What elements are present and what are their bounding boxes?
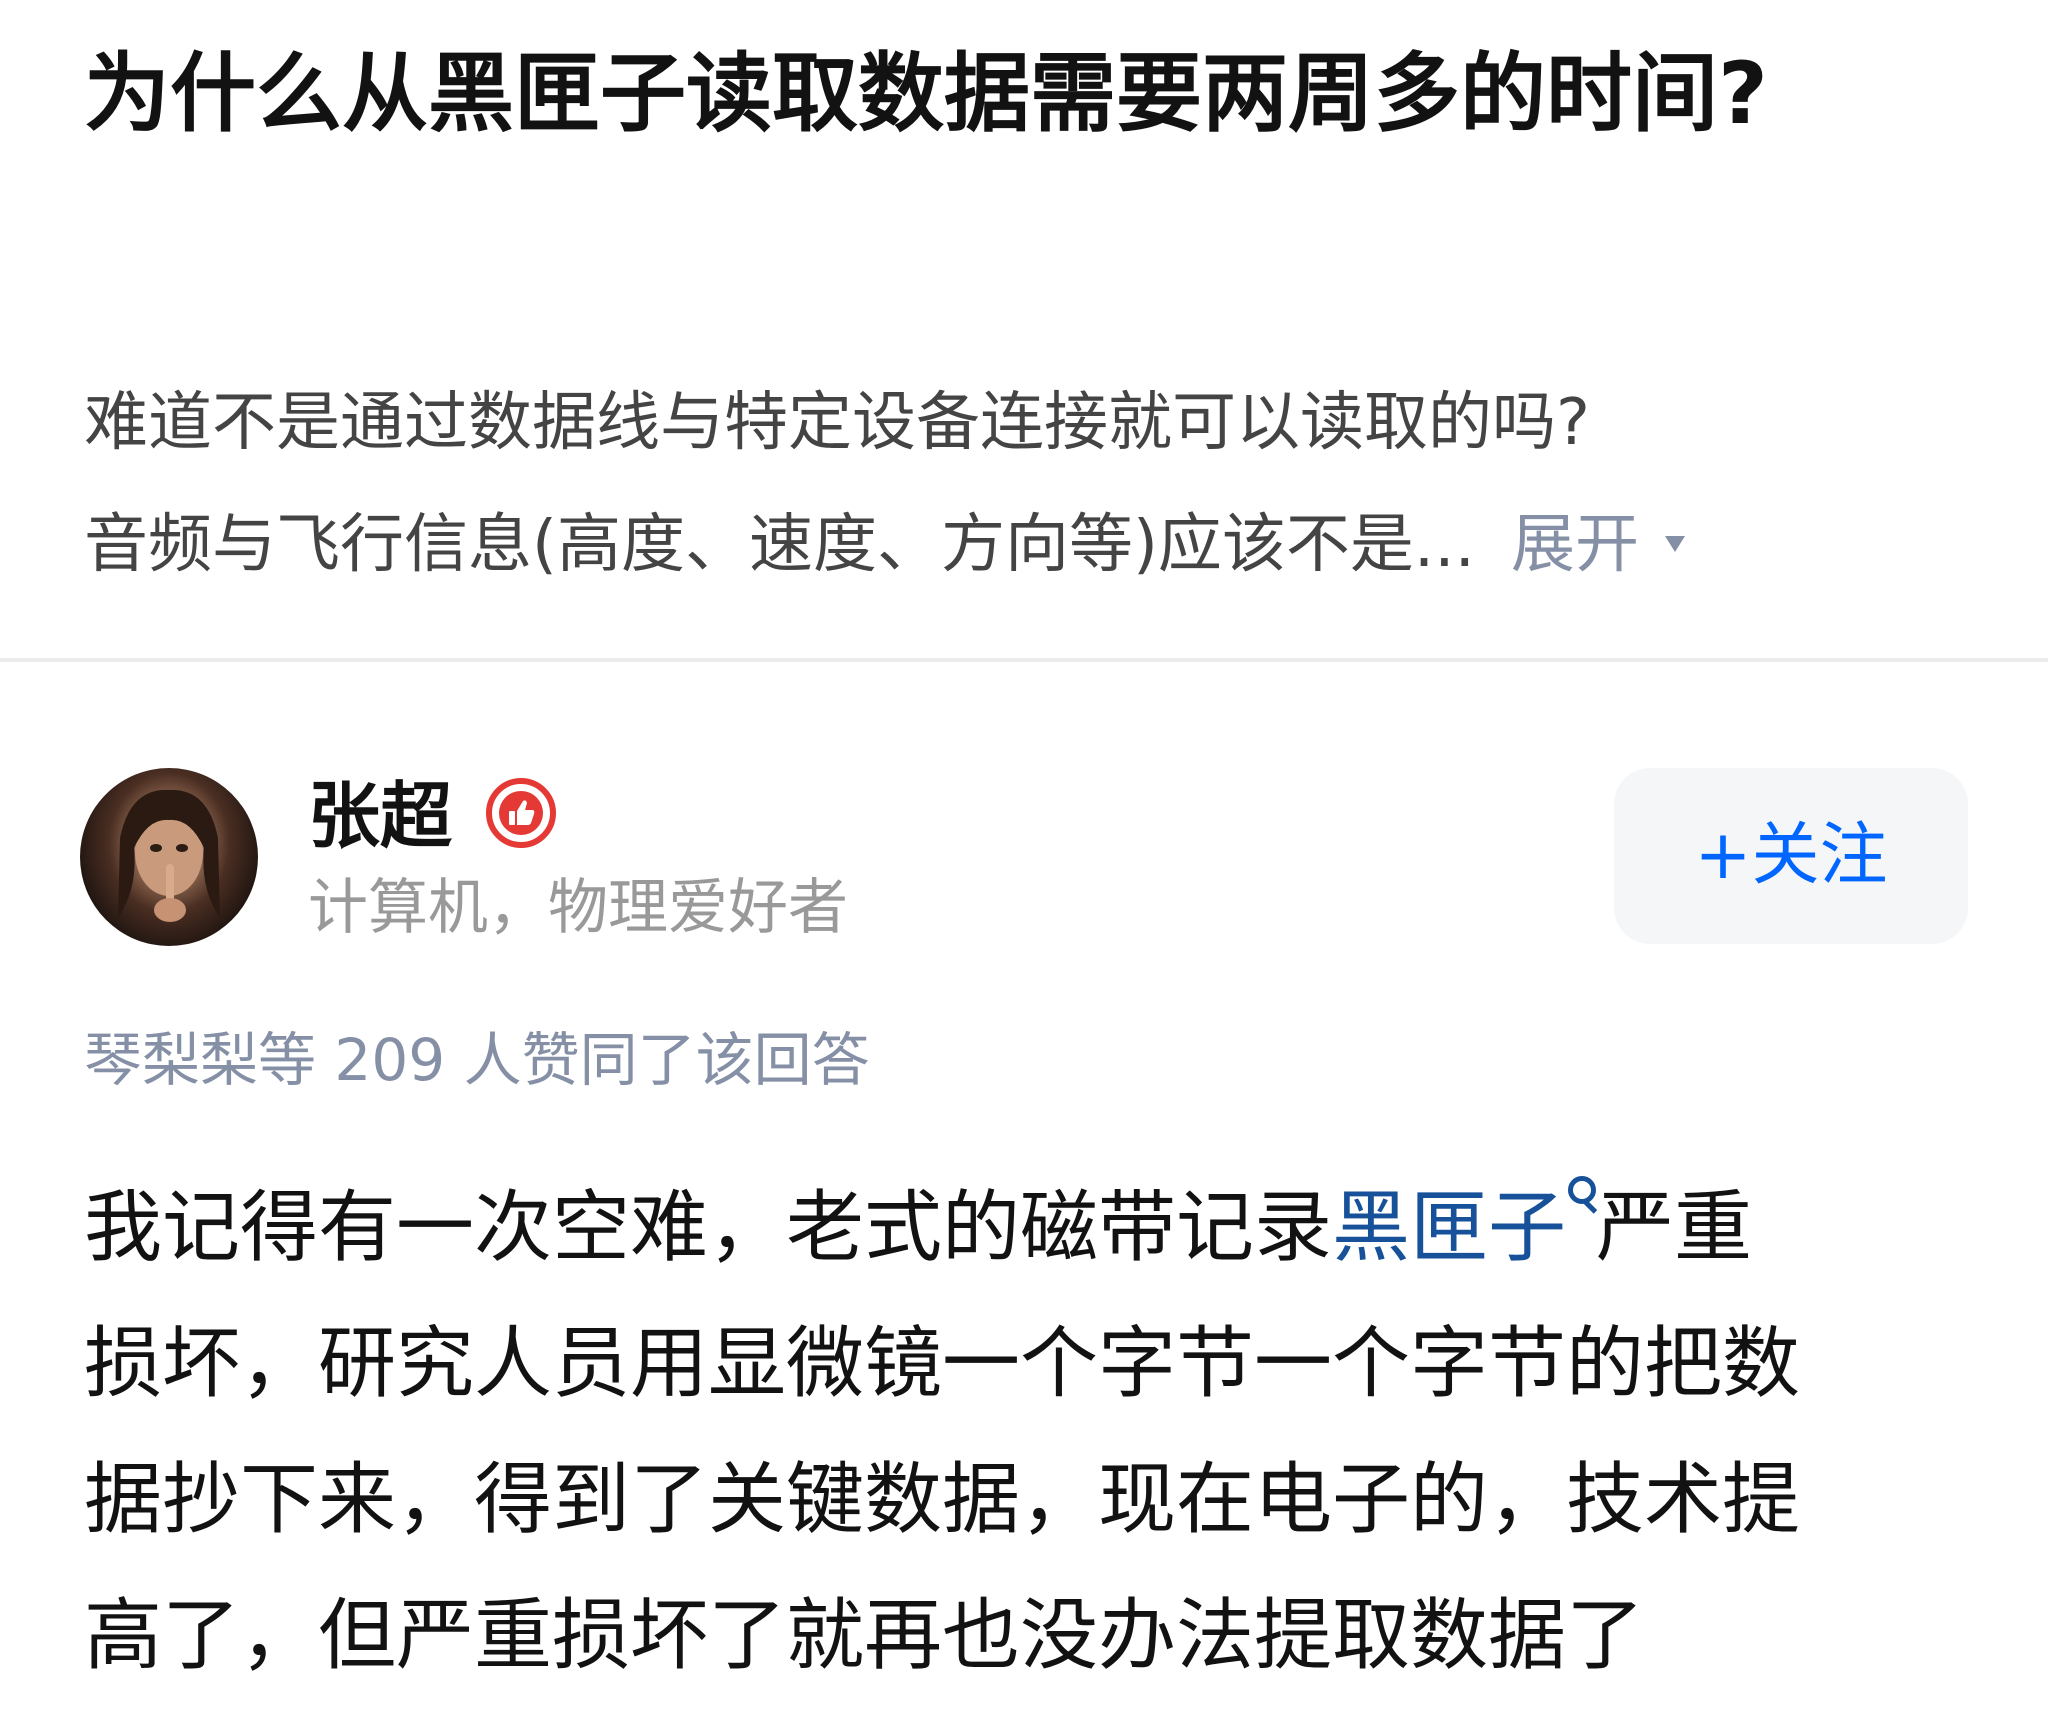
question-detail-line: 难道不是通过数据线与特定设备连接就可以读取的吗?	[84, 386, 1590, 460]
keyword-search-link[interactable]: 黑匣子	[1332, 1176, 1597, 1273]
thumbs-up-glyph-icon	[509, 800, 535, 825]
keyword-link-text: 黑匣子	[1332, 1183, 1567, 1273]
answer-line: 据抄下来，得到了关键数据，现在电子的，技术提	[84, 1455, 1801, 1545]
avatar-photo-icon	[118, 789, 220, 922]
question-detail-line-with-expand: 音频与飞行信息(高度、速度、方向等)应该不是... 展开	[84, 484, 1984, 606]
expand-button[interactable]: 展开	[1511, 508, 1685, 582]
answer-line: 高了，但严重损坏了就再也没办法提取数据了	[84, 1591, 1645, 1681]
author-name[interactable]: 张超	[308, 766, 452, 866]
thumbs-up-icon	[486, 778, 556, 848]
author-bio: 计算机，物理爱好者	[308, 873, 848, 943]
follow-button[interactable]: +关注	[1614, 768, 1968, 944]
answer-page: 为什么从黑匣子读取数据需要两周多的时间? 难道不是通过数据线与特定设备连接就可以…	[0, 0, 2048, 1728]
section-divider	[0, 658, 2048, 662]
answer-line: 我记得有一次空难，老式的磁带记录黑匣子 严重	[84, 1160, 1984, 1296]
chevron-down-icon	[1664, 536, 1685, 553]
question-title[interactable]: 为什么从黑匣子读取数据需要两周多的时间?	[84, 30, 1984, 158]
question-detail[interactable]: 难道不是通过数据线与特定设备连接就可以读取的吗? 音频与飞行信息(高度、速度、方…	[84, 362, 1984, 606]
answer-line: 损坏，研究人员用显微镜一个字节一个字节的把数	[84, 1319, 1801, 1409]
answer-text: 我记得有一次空难，老式的磁带记录	[84, 1183, 1333, 1273]
answer-text: 严重	[1596, 1183, 1753, 1273]
expand-label: 展开	[1510, 508, 1639, 582]
search-icon	[1566, 1176, 1597, 1224]
answer-content: 我记得有一次空难，老式的磁带记录黑匣子 严重 损坏，研究人员用显微镜一个字节一个字…	[84, 1160, 1984, 1704]
badge-fill	[499, 791, 543, 835]
vote-info[interactable]: 琴梨梨等 209 人赞同了该回答	[84, 1010, 870, 1110]
question-detail-line: 音频与飞行信息(高度、速度、方向等)应该不是...	[84, 508, 1475, 582]
avatar[interactable]	[80, 768, 258, 946]
